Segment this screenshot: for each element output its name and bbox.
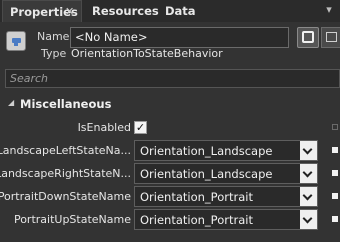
tab-properties[interactable]: Properties ✕ (2, 0, 82, 22)
dropdown-value: Orientation_Landscape (140, 144, 273, 158)
property-row-landscapeleft: LandscapeLeftStateNa... Orientation_Land… (0, 140, 340, 162)
events-icon (302, 31, 314, 43)
type-value: OrientationToStateBehavior (71, 47, 223, 60)
search-input[interactable]: Search (5, 69, 340, 88)
tab-data[interactable]: Data (158, 0, 196, 22)
advanced-options-marker[interactable] (332, 193, 338, 199)
close-icon[interactable]: ✕ (65, 1, 74, 23)
behavior-icon (6, 31, 26, 51)
property-label: PortraitUpStateName (13, 213, 131, 226)
property-label: IsEnabled (77, 121, 131, 134)
properties-panel: Name <No Name> Type OrientationToStateBe… (0, 22, 340, 242)
dropdown-value: Orientation_Landscape (140, 167, 273, 181)
tab-bar: Properties ✕ Resources Data ▾ (0, 0, 340, 22)
properties-view-icon (326, 32, 337, 42)
pin-icon[interactable]: ▾ (322, 3, 336, 17)
type-label: Type (41, 47, 67, 60)
property-label: PortraitDownStateName (0, 190, 131, 203)
name-label: Name (37, 30, 70, 43)
advanced-options-marker[interactable] (332, 124, 338, 130)
category-header[interactable]: ◢ Miscellaneous (0, 95, 340, 113)
advanced-options-marker[interactable] (332, 147, 338, 153)
chevron-down-icon[interactable] (300, 141, 317, 160)
property-row-portraitdown: PortraitDownStateName Orientation_Portra… (0, 186, 340, 208)
advanced-options-marker[interactable] (332, 216, 338, 222)
collapse-arrow-icon[interactable]: ◢ (8, 98, 14, 107)
dropdown-value: Orientation_Portrait (140, 213, 253, 227)
properties-view-button[interactable] (321, 27, 340, 48)
advanced-options-marker[interactable] (332, 170, 338, 176)
dropdown-value: Orientation_Portrait (140, 190, 253, 204)
tab-resources-label: Resources (92, 4, 159, 18)
portraitdown-dropdown[interactable]: Orientation_Portrait (134, 186, 318, 207)
property-row-landscaperight: LandscapeRightStateN... Orientation_Land… (0, 163, 340, 185)
events-button[interactable] (297, 27, 319, 48)
property-row-portraitup: PortraitUpStateName Orientation_Portrait (0, 209, 340, 231)
property-label: LandscapeLeftStateNa... (0, 144, 131, 157)
chevron-down-icon[interactable] (300, 187, 317, 206)
landscapeleft-dropdown[interactable]: Orientation_Landscape (134, 140, 318, 161)
category-label: Miscellaneous (20, 97, 112, 111)
chevron-down-icon[interactable] (300, 164, 317, 183)
tab-data-label: Data (165, 4, 196, 18)
portraitup-dropdown[interactable]: Orientation_Portrait (134, 209, 318, 230)
landscaperight-dropdown[interactable]: Orientation_Landscape (134, 163, 318, 184)
tab-resources[interactable]: Resources (85, 0, 159, 22)
isenabled-checkbox[interactable]: ✓ (134, 121, 147, 134)
chevron-down-icon[interactable] (300, 210, 317, 229)
property-label: LandscapeRightStateN... (0, 167, 131, 180)
name-field[interactable]: <No Name> (70, 27, 289, 48)
property-row-isenabled: IsEnabled ✓ (0, 117, 340, 139)
